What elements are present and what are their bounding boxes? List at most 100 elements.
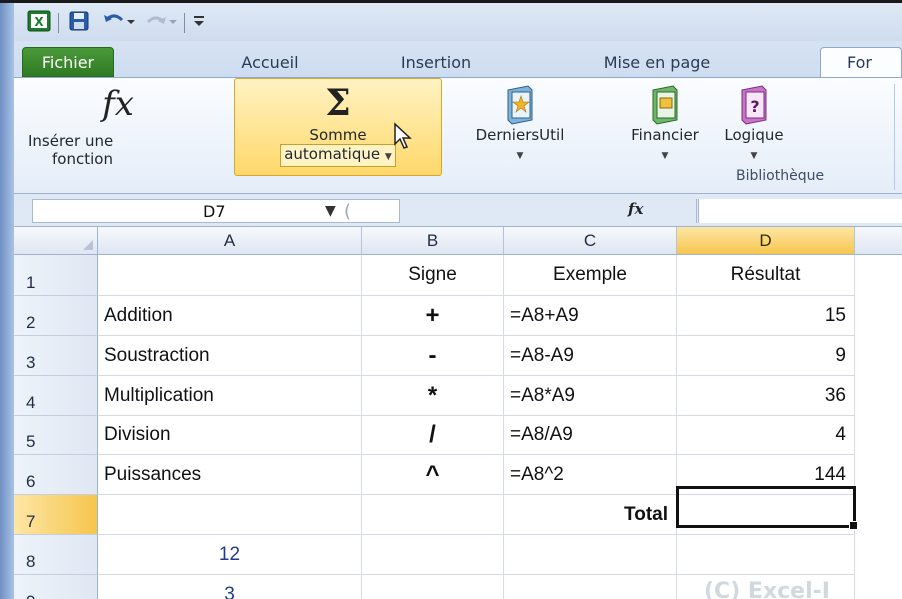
recent-functions-button[interactable]: DerniersUtil ▼ <box>450 82 590 165</box>
autosum-label-2: automatique <box>284 145 381 163</box>
cell-c2[interactable]: =A8+A9 <box>504 296 677 336</box>
name-box[interactable]: D7 ▼ ( <box>32 199 400 223</box>
cell-d4[interactable]: 36 <box>677 376 855 416</box>
cell-c7[interactable]: Total <box>504 495 677 535</box>
column-header-a[interactable]: A <box>98 227 362 255</box>
sigma-icon: Σ <box>325 82 351 124</box>
cell-c9[interactable] <box>504 575 677 599</box>
logical-dropdown-icon[interactable]: ▼ <box>751 151 758 161</box>
cell-d5[interactable]: 4 <box>677 416 855 455</box>
watermark: (C) Excel-I <box>704 579 830 599</box>
select-all-button[interactable] <box>14 227 98 255</box>
save-icon[interactable] <box>66 9 92 33</box>
tab-accueil[interactable]: Accueil <box>226 47 314 77</box>
cell-a3[interactable]: Soustraction <box>98 336 362 376</box>
redo-icon[interactable] <box>140 9 180 33</box>
recent-book-icon <box>507 85 533 125</box>
row-header-8[interactable]: 8 <box>14 535 98 575</box>
row-header-9[interactable]: 9 <box>14 575 98 599</box>
cell-a9[interactable]: 3 <box>98 575 362 599</box>
cell-a2[interactable]: Addition <box>98 296 362 336</box>
worksheet-grid: A B C D 1 Signe Exemple Résultat 2 Addit… <box>14 227 902 599</box>
cell-d8[interactable] <box>677 535 855 575</box>
active-cell-border <box>676 486 858 530</box>
group-separator <box>894 84 895 190</box>
cell-a5[interactable]: Division <box>98 416 362 455</box>
insert-function-button[interactable]: fx Insérer une fonction <box>28 82 198 168</box>
name-box-dropdown-icon[interactable]: ▼ <box>325 203 336 219</box>
toolbar-separator <box>184 13 185 33</box>
customize-icon[interactable] <box>188 9 210 33</box>
svg-text:?: ? <box>750 97 759 116</box>
autosum-label-2-wrap: automatique ▼ <box>280 144 396 167</box>
ribbon: fx Insérer une fonction Σ Somme automati… <box>14 77 902 193</box>
row-header-5[interactable]: 5 <box>14 416 98 455</box>
row-header-6[interactable]: 6 <box>14 455 98 495</box>
cell-b6[interactable]: ^ <box>362 455 504 495</box>
row-header-2[interactable]: 2 <box>14 296 98 336</box>
formula-separator <box>696 199 697 223</box>
svg-text:X: X <box>34 15 44 29</box>
insert-function-label-2: fonction <box>52 150 113 168</box>
tab-fichier[interactable]: Fichier <box>22 47 114 77</box>
row-header-3[interactable]: 3 <box>14 336 98 376</box>
undo-icon[interactable] <box>98 9 138 33</box>
window-left-border <box>0 3 14 599</box>
financial-dropdown-icon[interactable]: ▼ <box>662 151 669 161</box>
cell-a8[interactable]: 12 <box>98 535 362 575</box>
row-header-7[interactable]: 7 <box>14 495 98 535</box>
quick-access-toolbar: X <box>14 3 902 41</box>
row-header-1[interactable]: 1 <box>14 255 98 296</box>
insert-function-label-1: Insérer une <box>28 132 114 150</box>
excel-window: X Fichier Accueil Insertion Mise en page… <box>0 0 902 599</box>
cell-b1[interactable]: Signe <box>362 255 504 296</box>
cell-c5[interactable]: =A8/A9 <box>504 416 677 455</box>
excel-icon[interactable]: X <box>26 9 52 33</box>
cell-b2[interactable]: + <box>362 296 504 336</box>
cell-a1[interactable] <box>98 255 362 296</box>
cell-b8[interactable] <box>362 535 504 575</box>
cell-c3[interactable]: =A8-A9 <box>504 336 677 376</box>
mouse-cursor-icon <box>394 122 412 149</box>
cell-d1[interactable]: Résultat <box>677 255 855 296</box>
cell-b5[interactable]: / <box>362 416 504 455</box>
cell-c4[interactable]: =A8*A9 <box>504 376 677 416</box>
cell-c6[interactable]: =A8^2 <box>504 455 677 495</box>
toolbar-separator <box>58 13 59 33</box>
column-header-d[interactable]: D <box>677 227 855 255</box>
cell-c8[interactable] <box>504 535 677 575</box>
cell-b9[interactable] <box>362 575 504 599</box>
cell-d2[interactable]: 15 <box>677 296 855 336</box>
name-box-value: D7 <box>203 202 226 221</box>
cell-a4[interactable]: Multiplication <box>98 376 362 416</box>
tab-mise-en-page[interactable]: Mise en page <box>586 47 728 77</box>
formula-input[interactable] <box>698 199 902 223</box>
logical-book-icon: ? <box>741 85 767 125</box>
recent-functions-label: DerniersUtil <box>475 126 565 144</box>
tab-insertion[interactable]: Insertion <box>384 47 488 77</box>
ribbon-tabs: Fichier Accueil Insertion Mise en page F… <box>14 41 902 77</box>
cell-b7[interactable] <box>362 495 504 535</box>
cell-b4[interactable]: * <box>362 376 504 416</box>
function-icon: fx <box>102 84 134 124</box>
insert-function-fx-button[interactable]: fx <box>628 200 643 218</box>
cell-d3[interactable]: 9 <box>677 336 855 376</box>
column-header-e[interactable] <box>855 227 902 255</box>
cell-a7[interactable] <box>98 495 362 535</box>
recent-dropdown-icon[interactable]: ▼ <box>517 151 524 161</box>
financial-book-icon <box>652 85 678 125</box>
row-header-4[interactable]: 4 <box>14 376 98 416</box>
logical-button[interactable]: ? Logique ▼ <box>708 82 800 165</box>
tab-formules[interactable]: For <box>820 47 902 77</box>
column-header-b[interactable]: B <box>362 227 504 255</box>
cell-b3[interactable]: - <box>362 336 504 376</box>
cell-a6[interactable]: Puissances <box>98 455 362 495</box>
cell-c1[interactable]: Exemple <box>504 255 677 296</box>
column-header-c[interactable]: C <box>504 227 677 255</box>
cancel-entry-icon[interactable]: ( <box>344 201 351 222</box>
autosum-dropdown-icon[interactable]: ▼ <box>385 152 392 162</box>
function-library-group-label: Bibliothèque <box>736 168 825 184</box>
formula-bar: D7 ▼ ( fx <box>14 193 902 227</box>
logical-label: Logique <box>724 126 784 144</box>
financial-button[interactable]: Financier ▼ <box>620 82 710 165</box>
